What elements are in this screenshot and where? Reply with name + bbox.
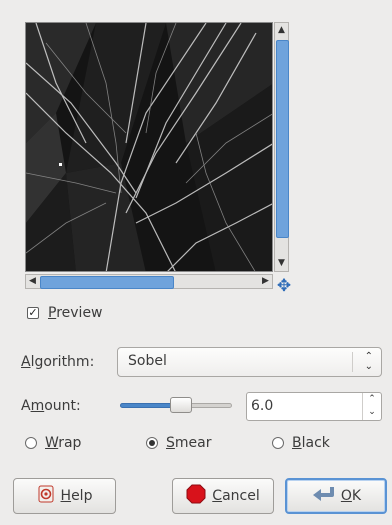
scroll-left-icon[interactable]: ◀ <box>26 275 39 288</box>
preview-toggle[interactable]: ✓ Preview <box>27 305 103 321</box>
radio-wrap[interactable]: Wrap <box>25 435 81 451</box>
algorithm-value: Sobel <box>128 353 167 369</box>
radio-wrap-button[interactable] <box>25 437 37 449</box>
ok-button[interactable]: OK <box>285 478 387 514</box>
scroll-down-icon[interactable]: ▼ <box>275 256 288 271</box>
stop-icon <box>186 484 206 508</box>
increment-icon[interactable]: ⌃ <box>363 393 381 406</box>
amount-spinbox[interactable]: 6.0 ⌃ ⌄ <box>246 392 382 421</box>
horizontal-scroll-thumb[interactable] <box>40 276 174 289</box>
combo-separator <box>352 352 353 372</box>
decrement-icon[interactable]: ⌄ <box>363 406 381 419</box>
radio-black[interactable]: Black <box>272 435 330 451</box>
preview-label: Preview <box>48 305 103 321</box>
algorithm-label: Algorithm: <box>21 354 95 370</box>
radio-smear-button[interactable] <box>146 437 158 449</box>
ok-label: OK <box>340 488 362 504</box>
horizontal-scrollbar[interactable]: ◀ ▶ <box>25 274 273 289</box>
radio-smear-label: Smear <box>166 435 212 451</box>
vertical-scrollbar[interactable]: ▲ ▼ <box>274 22 289 272</box>
amount-slider-handle[interactable] <box>170 397 192 413</box>
radio-wrap-label: Wrap <box>45 435 82 451</box>
preview-label-rest: review <box>56 305 103 321</box>
cancel-label: Cancel <box>212 488 260 504</box>
preview-render <box>26 23 272 271</box>
help-button[interactable]: Help <box>13 478 116 514</box>
move-arrows-icon[interactable]: ✥ <box>274 276 294 296</box>
radio-black-button[interactable] <box>272 437 284 449</box>
vertical-scroll-thumb[interactable] <box>276 40 289 238</box>
preview-checkbox[interactable]: ✓ <box>27 307 39 319</box>
preview-image[interactable] <box>25 22 273 272</box>
radio-black-label: Black <box>292 435 330 451</box>
cancel-button[interactable]: Cancel <box>172 478 274 514</box>
amount-stepper[interactable]: ⌃ ⌄ <box>362 393 381 420</box>
help-icon <box>37 485 55 507</box>
scroll-right-icon[interactable]: ▶ <box>259 275 272 288</box>
scroll-up-icon[interactable]: ▲ <box>275 23 288 38</box>
amount-label: Amount: <box>21 398 81 414</box>
radio-smear[interactable]: Smear <box>146 435 211 451</box>
ok-arrow-icon <box>311 485 335 507</box>
algorithm-select[interactable]: Sobel ⌃ ⌄ <box>117 347 382 377</box>
chevron-updown-icon: ⌃ ⌄ <box>364 351 373 372</box>
help-label: Help <box>60 488 93 504</box>
amount-value: 6.0 <box>251 398 274 414</box>
